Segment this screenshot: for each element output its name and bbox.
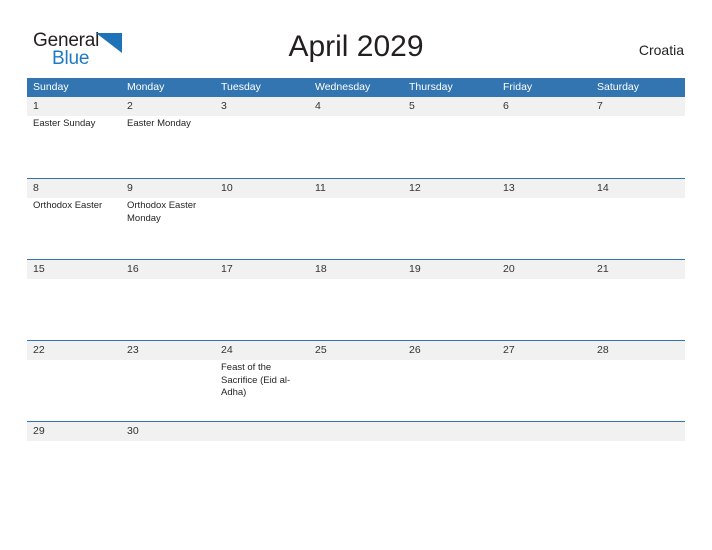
calendar-day-cell-empty — [497, 422, 591, 440]
calendar-day-cell-24[interactable]: 24 Feast of the Sacrifice (Eid al-Adha) — [215, 341, 309, 421]
calendar-week-row: 22 23 24 Feast of the Sacrifice (Eid al-Adh… — [27, 340, 685, 421]
calendar-day-cell-17[interactable]: 17 — [215, 260, 309, 340]
page-header: General Blue April 2029 Croatia — [0, 0, 712, 76]
day-events: Orthodox Easter Monday — [127, 198, 215, 225]
day-number: 13 — [503, 182, 515, 194]
calendar-day-cell-2[interactable]: 2 Easter Monday — [121, 97, 215, 178]
calendar-day-cell-21[interactable]: 21 — [591, 260, 685, 340]
calendar-day-cell-empty — [591, 422, 685, 440]
day-number: 20 — [503, 263, 515, 275]
week-day-cells: 22 23 24 Feast of the Sacrifice (Eid al-Adh… — [27, 341, 685, 421]
weekday-header-monday: Monday — [127, 81, 165, 93]
calendar-day-cell-6[interactable]: 6 — [497, 97, 591, 178]
day-number: 9 — [127, 182, 133, 194]
day-number: 11 — [315, 182, 326, 194]
weekday-header-wednesday: Wednesday — [315, 81, 371, 93]
day-number: 6 — [503, 100, 509, 112]
day-number: 2 — [127, 100, 133, 112]
calendar-day-cell-16[interactable]: 16 — [121, 260, 215, 340]
holiday-event: Easter Sunday — [33, 118, 96, 129]
holiday-event: Easter Monday — [127, 118, 191, 129]
calendar-grid: Sunday Monday Tuesday Wednesday Thursday Frid… — [27, 78, 685, 441]
calendar-day-cell-15[interactable]: 15 — [27, 260, 121, 340]
calendar-day-cell-26[interactable]: 26 — [403, 341, 497, 421]
calendar-day-cell-25[interactable]: 25 — [309, 341, 403, 421]
day-number: 19 — [409, 263, 421, 275]
weekday-header-tuesday: Tuesday — [221, 81, 261, 93]
calendar-day-cell-30[interactable]: 30 — [121, 422, 215, 440]
calendar-day-cell-27[interactable]: 27 — [497, 341, 591, 421]
calendar-day-cell-8[interactable]: 8 Orthodox Easter — [27, 179, 121, 259]
day-events: Easter Monday — [127, 116, 215, 131]
calendar-day-cell-9[interactable]: 9 Orthodox Easter Monday — [121, 179, 215, 259]
weekday-header-saturday: Saturday — [597, 81, 640, 93]
calendar-day-cell-empty — [403, 422, 497, 440]
day-number: 10 — [221, 182, 233, 194]
calendar-day-cell-22[interactable]: 22 — [27, 341, 121, 421]
day-number: 24 — [221, 344, 233, 356]
day-number: 18 — [315, 263, 327, 275]
day-number: 27 — [503, 344, 515, 356]
calendar-day-cell-11[interactable]: 11 — [309, 179, 403, 259]
calendar-week-row: 15 16 17 18 19 20 21 — [27, 259, 685, 340]
calendar-day-cell-13[interactable]: 13 — [497, 179, 591, 259]
day-number: 15 — [33, 263, 45, 275]
day-number: 29 — [33, 425, 45, 437]
calendar-weeks: 1 Easter Sunday 2 Easter Monday 3 4 5 6 7 8 Orthod… — [27, 97, 685, 441]
calendar-day-cell-1[interactable]: 1 Easter Sunday — [27, 97, 121, 178]
day-number: 28 — [597, 344, 609, 356]
calendar-day-cell-empty — [215, 422, 309, 440]
calendar-day-cell-10[interactable]: 10 — [215, 179, 309, 259]
day-number: 3 — [221, 100, 227, 112]
calendar-day-cell-7[interactable]: 7 — [591, 97, 685, 178]
holiday-event: Orthodox Easter — [33, 200, 103, 211]
calendar-week-row: 8 Orthodox Easter 9 Orthodox Easter Monday 1… — [27, 178, 685, 259]
calendar-day-cell-12[interactable]: 12 — [403, 179, 497, 259]
calendar-week-row: 29 30 — [27, 421, 685, 441]
weekday-header-friday: Friday — [503, 81, 533, 93]
day-number: 8 — [33, 182, 39, 194]
holiday-event: Feast of the Sacrifice (Eid al-Adha) — [221, 362, 291, 398]
calendar-day-cell-19[interactable]: 19 — [403, 260, 497, 340]
day-number: 12 — [409, 182, 421, 194]
day-number: 21 — [597, 263, 609, 275]
calendar-day-cell-3[interactable]: 3 — [215, 97, 309, 178]
calendar-day-cell-29[interactable]: 29 — [27, 422, 121, 440]
day-number: 5 — [409, 100, 415, 112]
day-number: 25 — [315, 344, 327, 356]
calendar-day-cell-23[interactable]: 23 — [121, 341, 215, 421]
weekday-header-row: Sunday Monday Tuesday Wednesday Thursday Frid… — [27, 78, 685, 97]
calendar-day-cell-18[interactable]: 18 — [309, 260, 403, 340]
day-number: 4 — [315, 100, 321, 112]
week-day-cells: 8 Orthodox Easter 9 Orthodox Easter Monday 1… — [27, 179, 685, 259]
week-day-cells: 1 Easter Sunday 2 Easter Monday 3 4 5 6 7 — [27, 97, 685, 178]
week-day-cells: 29 30 — [27, 422, 685, 440]
day-number: 1 — [33, 100, 39, 112]
day-events: Easter Sunday — [33, 116, 121, 131]
calendar-page: General Blue April 2029 Croatia Sunday Mo… — [0, 0, 712, 550]
calendar-week-row: 1 Easter Sunday 2 Easter Monday 3 4 5 6 7 — [27, 97, 685, 178]
calendar-day-cell-20[interactable]: 20 — [497, 260, 591, 340]
calendar-day-cell-5[interactable]: 5 — [403, 97, 497, 178]
day-number: 17 — [221, 263, 233, 275]
day-number: 30 — [127, 425, 139, 437]
calendar-day-cell-14[interactable]: 14 — [591, 179, 685, 259]
day-events: Orthodox Easter — [33, 198, 121, 213]
calendar-day-cell-28[interactable]: 28 — [591, 341, 685, 421]
day-events: Feast of the Sacrifice (Eid al-Adha) — [221, 360, 309, 400]
region-label: Croatia — [638, 42, 684, 58]
weekday-header-sunday: Sunday — [33, 81, 69, 93]
page-title: April 2029 — [288, 30, 424, 63]
day-number: 22 — [33, 344, 45, 356]
calendar-day-cell-empty — [309, 422, 403, 440]
day-number: 7 — [597, 100, 603, 112]
day-number: 23 — [127, 344, 139, 356]
calendar-day-cell-4[interactable]: 4 — [309, 97, 403, 178]
weekday-header-thursday: Thursday — [409, 81, 453, 93]
day-number: 26 — [409, 344, 421, 356]
week-day-cells: 15 16 17 18 19 20 21 — [27, 260, 685, 340]
holiday-event: Orthodox Easter Monday — [127, 200, 197, 224]
day-number: 14 — [597, 182, 609, 194]
day-number: 16 — [127, 263, 139, 275]
